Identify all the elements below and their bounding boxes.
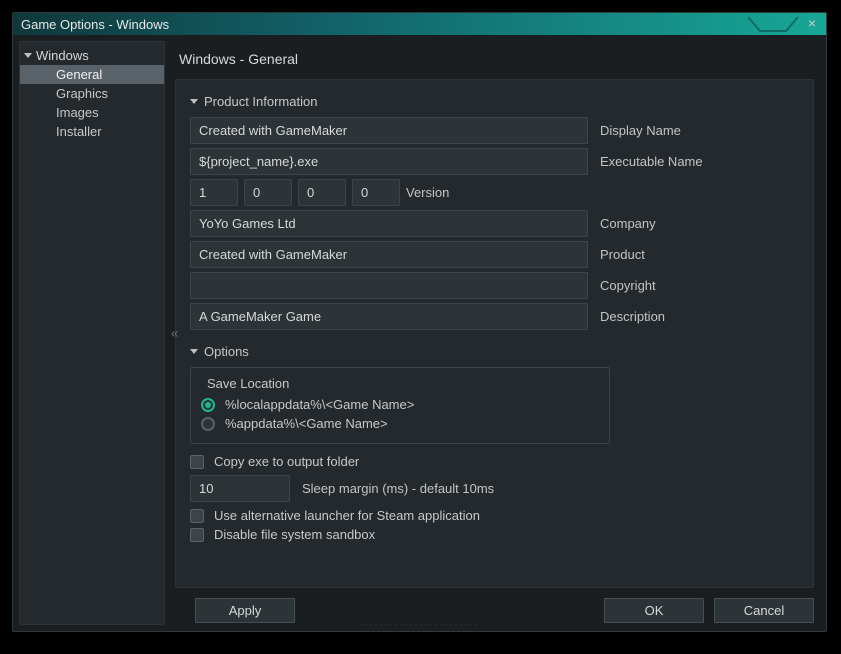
- version-minor-input[interactable]: [244, 179, 292, 206]
- sidebar-item-installer[interactable]: Installer: [20, 122, 164, 141]
- display-name-label: Display Name: [600, 123, 681, 138]
- titlebar[interactable]: Game Options - Windows ×: [13, 13, 826, 35]
- sleep-margin-input[interactable]: [190, 475, 290, 502]
- sleep-margin-label: Sleep margin (ms) - default 10ms: [302, 481, 494, 496]
- alt-launcher-checkbox[interactable]: Use alternative launcher for Steam appli…: [190, 506, 799, 525]
- checkbox-icon: [190, 455, 204, 469]
- executable-name-label: Executable Name: [600, 154, 703, 169]
- radio-icon: [201, 398, 215, 412]
- copyright-label: Copyright: [600, 278, 656, 293]
- company-label: Company: [600, 216, 656, 231]
- page-title: Windows - General: [175, 43, 814, 79]
- radio-icon: [201, 417, 215, 431]
- version-rev-input[interactable]: [352, 179, 400, 206]
- checkbox-icon: [190, 528, 204, 542]
- section-header-label: Options: [204, 344, 249, 359]
- sidebar-item-general[interactable]: General: [20, 65, 164, 84]
- save-location-title: Save Location: [201, 376, 599, 391]
- product-label: Product: [600, 247, 645, 262]
- checkbox-icon: [190, 509, 204, 523]
- checkbox-label: Copy exe to output folder: [214, 454, 359, 469]
- settings-panel: Product Information Display Name Executa…: [175, 79, 814, 588]
- version-major-input[interactable]: [190, 179, 238, 206]
- radio-label: %localappdata%\<Game Name>: [225, 397, 414, 412]
- resize-handle-icon[interactable]: ························: [360, 619, 480, 629]
- tree-root-label: Windows: [36, 48, 89, 63]
- save-location-group: Save Location %localappdata%\<Game Name>…: [190, 367, 610, 444]
- product-input[interactable]: [190, 241, 588, 268]
- executable-name-input[interactable]: [190, 148, 588, 175]
- disable-sandbox-checkbox[interactable]: Disable file system sandbox: [190, 525, 799, 544]
- ok-button[interactable]: OK: [604, 598, 704, 623]
- section-header-product-info[interactable]: Product Information: [190, 94, 799, 109]
- display-name-input[interactable]: [190, 117, 588, 144]
- version-label: Version: [406, 185, 449, 200]
- save-location-localappdata[interactable]: %localappdata%\<Game Name>: [201, 395, 599, 414]
- checkbox-label: Disable file system sandbox: [214, 527, 375, 542]
- window-title: Game Options - Windows: [21, 17, 169, 32]
- radio-label: %appdata%\<Game Name>: [225, 416, 388, 431]
- sidebar-item-graphics[interactable]: Graphics: [20, 84, 164, 103]
- sidebar: Windows General Graphics Images Installe…: [19, 41, 165, 625]
- sidebar-item-label: Images: [56, 105, 99, 120]
- main-content: Windows - General Product Information Di…: [171, 35, 826, 631]
- cancel-button[interactable]: Cancel: [714, 598, 814, 623]
- section-header-label: Product Information: [204, 94, 317, 109]
- description-label: Description: [600, 309, 665, 324]
- company-input[interactable]: [190, 210, 588, 237]
- apply-button[interactable]: Apply: [195, 598, 295, 623]
- sidebar-collapse-handle[interactable]: «: [171, 326, 178, 341]
- sidebar-item-images[interactable]: Images: [20, 103, 164, 122]
- sidebar-item-label: General: [56, 67, 102, 82]
- checkbox-label: Use alternative launcher for Steam appli…: [214, 508, 480, 523]
- version-build-input[interactable]: [298, 179, 346, 206]
- game-options-window: Game Options - Windows × Windows General…: [12, 12, 827, 632]
- titlebar-notch-decoration: [748, 13, 798, 35]
- chevron-left-icon: «: [171, 326, 178, 341]
- sidebar-item-label: Installer: [56, 124, 102, 139]
- save-location-appdata[interactable]: %appdata%\<Game Name>: [201, 414, 599, 433]
- copy-exe-checkbox[interactable]: Copy exe to output folder: [190, 452, 799, 471]
- description-input[interactable]: [190, 303, 588, 330]
- close-icon[interactable]: ×: [804, 15, 820, 31]
- sidebar-item-label: Graphics: [56, 86, 108, 101]
- dialog-footer: Apply OK Cancel: [175, 588, 814, 623]
- tree-root-windows[interactable]: Windows: [20, 46, 164, 65]
- copyright-input[interactable]: [190, 272, 588, 299]
- section-header-options[interactable]: Options: [190, 344, 799, 359]
